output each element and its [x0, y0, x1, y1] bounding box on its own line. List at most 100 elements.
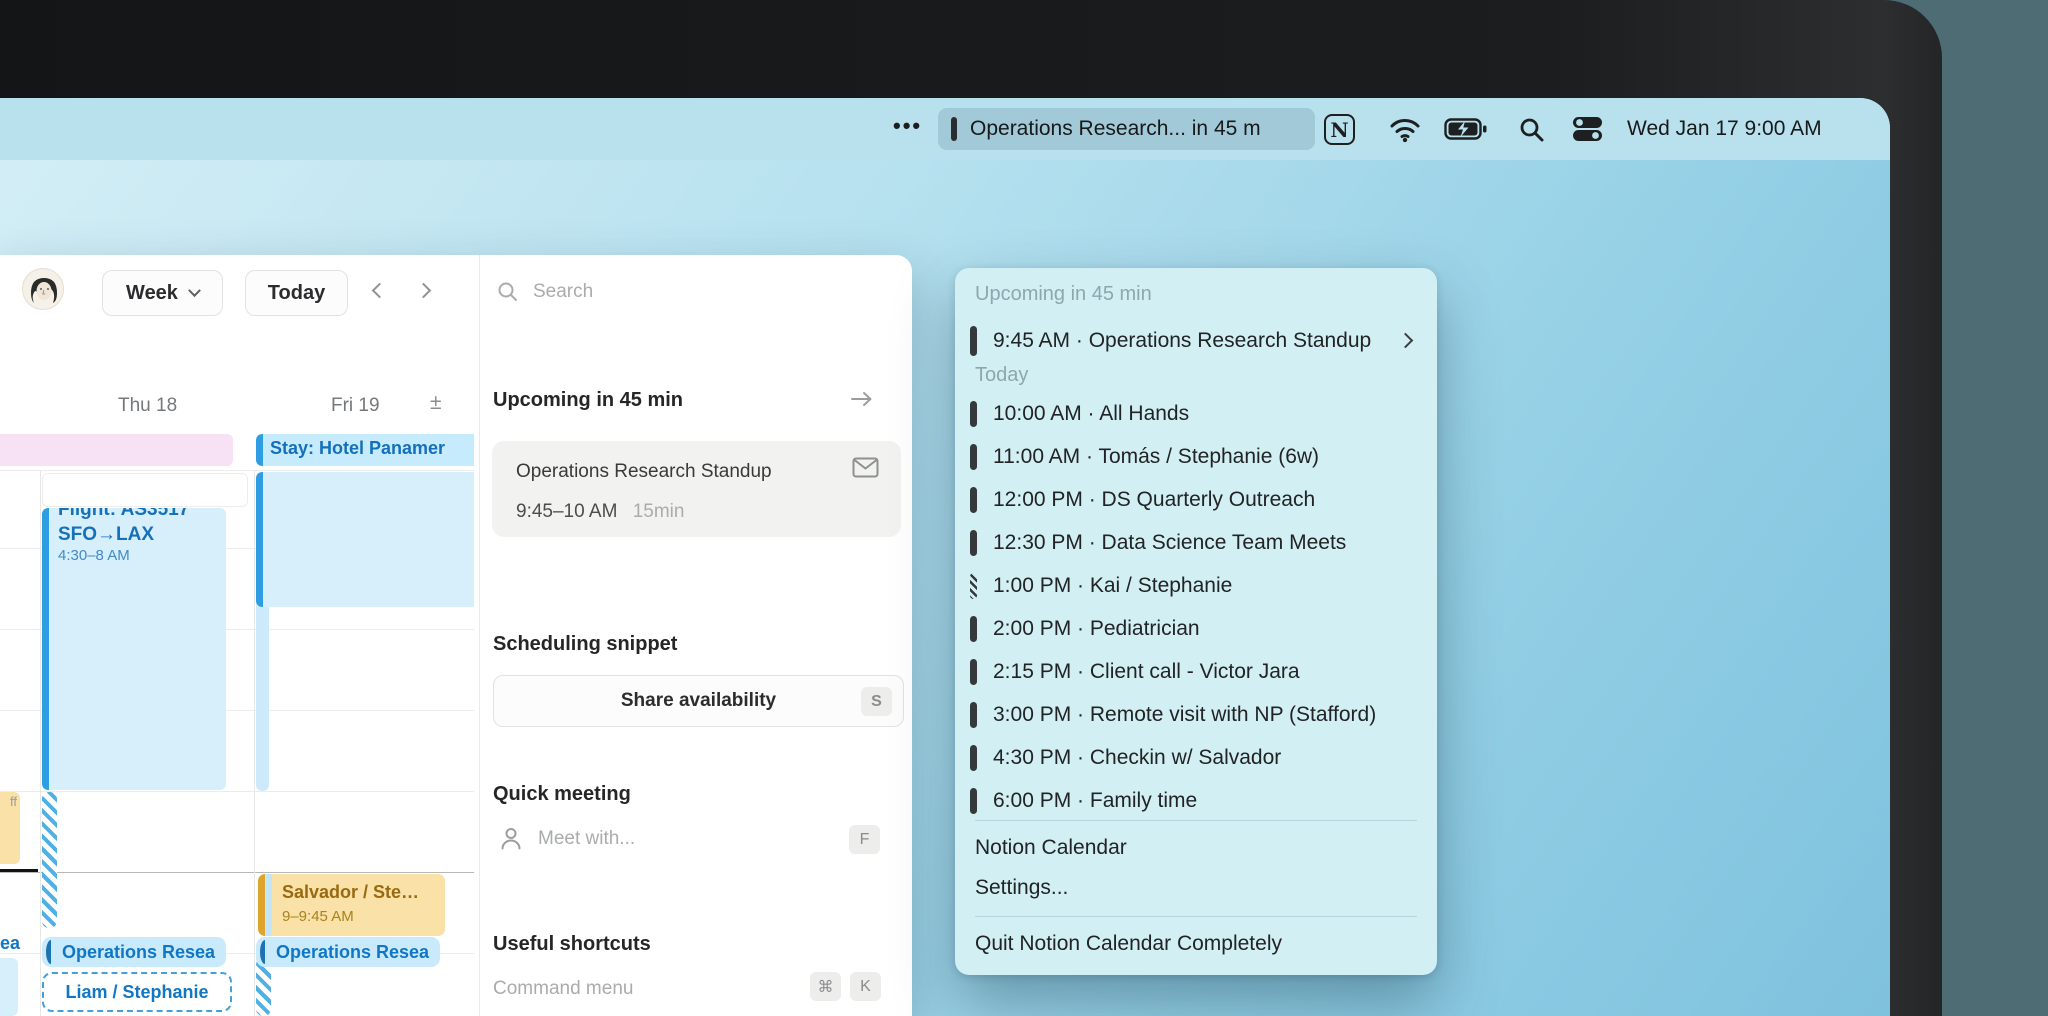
dropdown-divider: [975, 916, 1417, 917]
flight-route: SFO→LAX: [58, 524, 155, 545]
wifi-icon[interactable]: [1389, 117, 1421, 143]
meet-with-placeholder: Meet with...: [538, 827, 636, 849]
card-time: 9:45–10 AM: [516, 501, 618, 522]
screen: ••• Operations Research... in 45 m N Wed…: [0, 98, 1890, 1016]
search-placeholder: Search: [533, 281, 594, 302]
dropdown-event-label: 3:00 PM · Remote visit with NP (Stafford…: [993, 702, 1377, 726]
menu-item-quit[interactable]: Quit Notion Calendar Completely: [975, 932, 1282, 956]
chevron-down-icon: [188, 283, 201, 297]
menu-item-notion-calendar[interactable]: Notion Calendar: [975, 836, 1127, 860]
dropdown-event-label: 4:30 PM · Checkin w/ Salvador: [993, 745, 1282, 769]
allday-event-stay[interactable]: Stay: Hotel Panamer: [256, 434, 474, 466]
dropdown-event-row[interactable]: 1:00 PM · Kai / Stephanie: [955, 564, 1437, 607]
day-header-thu[interactable]: Thu 18: [118, 395, 177, 417]
event-fri-morning-block[interactable]: [256, 472, 474, 607]
menu-bar: ••• Operations Research... in 45 m N Wed…: [0, 98, 1890, 160]
event-bracket-icon: [260, 940, 270, 964]
spotlight-search-icon[interactable]: [1518, 116, 1546, 144]
event-color-bar: [256, 472, 263, 607]
dropdown-event-label: 2:15 PM · Client call - Victor Jara: [993, 659, 1300, 683]
menu-item-settings[interactable]: Settings...: [975, 876, 1068, 900]
day-header-fri[interactable]: Fri 19: [331, 395, 380, 417]
dropdown-event-row[interactable]: 12:00 PM · DS Quarterly Outreach: [955, 478, 1437, 521]
person-icon: [501, 828, 521, 850]
event-blue-partial[interactable]: [0, 958, 18, 1016]
user-avatar[interactable]: [22, 268, 64, 310]
k-key-badge: K: [850, 972, 881, 1001]
menubar-item-label: Operations Research... in 45 m: [970, 117, 1261, 140]
dropdown-divider: [975, 820, 1417, 821]
event-color-bar-icon: [970, 701, 977, 728]
event-ops-fri[interactable]: Operations Resea: [256, 937, 440, 967]
event-salvador[interactable]: Salvador / Ste… 9–9:45 AM: [258, 874, 445, 936]
event-color-bar-icon: [970, 787, 977, 814]
upcoming-heading: Upcoming in 45 min: [493, 389, 684, 411]
dropdown-event-row[interactable]: 2:15 PM · Client call - Victor Jara: [955, 650, 1437, 693]
menubar-notion-calendar-item[interactable]: Operations Research... in 45 m: [938, 108, 1315, 150]
ops-partial-label: ea: [0, 933, 21, 953]
share-availability-label: Share availability: [620, 690, 777, 711]
flight-title: Flight: AS3517: [58, 508, 190, 520]
control-center-icon[interactable]: [1572, 116, 1604, 142]
dropdown-event-row[interactable]: 4:30 PM · Checkin w/ Salvador: [955, 736, 1437, 779]
dropdown-event-row[interactable]: 3:00 PM · Remote visit with NP (Stafford…: [955, 693, 1437, 736]
notion-calendar-window: Week Today Thu 18 Fri 19 ± Stay: Hotel P…: [0, 255, 912, 1016]
event-liam-stephanie[interactable]: Liam / Stephanie: [42, 972, 232, 1012]
dropdown-event-row[interactable]: 2:00 PM · Pediatrician: [955, 607, 1437, 650]
salvador-time: 9–9:45 AM: [282, 908, 354, 925]
cmd-key-badge: ⌘: [810, 972, 841, 1001]
search-icon: [498, 282, 517, 301]
menubar-overflow-icon[interactable]: •••: [893, 113, 922, 139]
desktop: ••• Operations Research... in 45 m N Wed…: [0, 0, 2048, 1016]
event-color-bar-icon: [970, 486, 977, 513]
event-flight[interactable]: Flight: AS3517 SFO→LAX 4:30–8 AM: [42, 508, 226, 790]
chevron-right-icon: [1397, 332, 1414, 349]
notion-icon[interactable]: N: [1324, 114, 1355, 145]
upcoming-event-label: 9:45 AM · Operations Research Standup: [993, 329, 1372, 352]
meet-with-field[interactable]: Meet with...: [500, 827, 635, 850]
meet-key-badge: F: [849, 825, 880, 854]
allday-event-pink[interactable]: [0, 434, 233, 466]
current-time-indicator: [0, 869, 38, 872]
dropdown-event-row[interactable]: 6:00 PM · Family time: [955, 779, 1437, 822]
search-field[interactable]: Search: [497, 281, 593, 303]
today-button[interactable]: Today: [245, 270, 348, 316]
event-untitled-white[interactable]: [42, 473, 248, 507]
scheduling-heading: Scheduling snippet: [493, 633, 678, 655]
battery-charging-icon[interactable]: [1444, 117, 1488, 141]
dropdown-upcoming-event[interactable]: 9:45 AM · Operations Research Standup: [955, 323, 1437, 359]
email-icon[interactable]: [852, 457, 879, 478]
event-color-bar: [256, 434, 263, 466]
dropdown-event-row[interactable]: 10:00 AM · All Hands: [955, 392, 1437, 435]
card-duration: 15min: [632, 501, 685, 522]
view-selector-label: Week: [126, 281, 178, 304]
event-yellow-partial[interactable]: ff: [0, 792, 20, 864]
event-color-bar: [42, 508, 49, 790]
sidebar-divider: [479, 255, 480, 1016]
dropdown-event-label: 12:00 PM · DS Quarterly Outreach: [993, 487, 1316, 511]
view-selector-button[interactable]: Week: [102, 270, 223, 316]
event-secondary-bar: [266, 874, 272, 936]
event-color-bar-icon: [970, 443, 977, 470]
dropdown-event-row[interactable]: 12:30 PM · Data Science Team Meets: [955, 521, 1437, 564]
share-availability-button[interactable]: Share availability S: [493, 675, 904, 727]
stay-event-label: Stay: Hotel Panamer: [270, 438, 446, 458]
upcoming-event-card[interactable]: Operations Research Standup 9:45–10 AM 1…: [492, 441, 901, 537]
event-color-bar: [258, 874, 265, 936]
prev-week-button[interactable]: [371, 282, 388, 299]
next-week-button[interactable]: [415, 282, 432, 299]
event-color-bar-icon: [970, 400, 977, 427]
notion-calendar-dropdown: Upcoming in 45 min 9:45 AM · Operations …: [955, 268, 1437, 975]
event-bar-icon: [951, 117, 957, 141]
event-color-bar-icon: [970, 326, 977, 356]
shortcuts-heading: Useful shortcuts: [493, 933, 651, 955]
timezone-add-icon[interactable]: ±: [430, 391, 442, 415]
command-menu-label: Command menu: [493, 978, 634, 999]
arrow-right-icon[interactable]: [850, 389, 874, 409]
menubar-clock[interactable]: Wed Jan 17 9:00 AM: [1627, 98, 1822, 160]
card-time-row: 9:45–10 AM 15min: [516, 501, 684, 523]
dropdown-event-label: 11:00 AM · Tomás / Stephanie (6w): [993, 444, 1320, 468]
dropdown-event-row[interactable]: 11:00 AM · Tomás / Stephanie (6w): [955, 435, 1437, 478]
travel-strip-thu[interactable]: [42, 792, 57, 928]
event-ops-thu[interactable]: Operations Resea: [42, 937, 226, 967]
